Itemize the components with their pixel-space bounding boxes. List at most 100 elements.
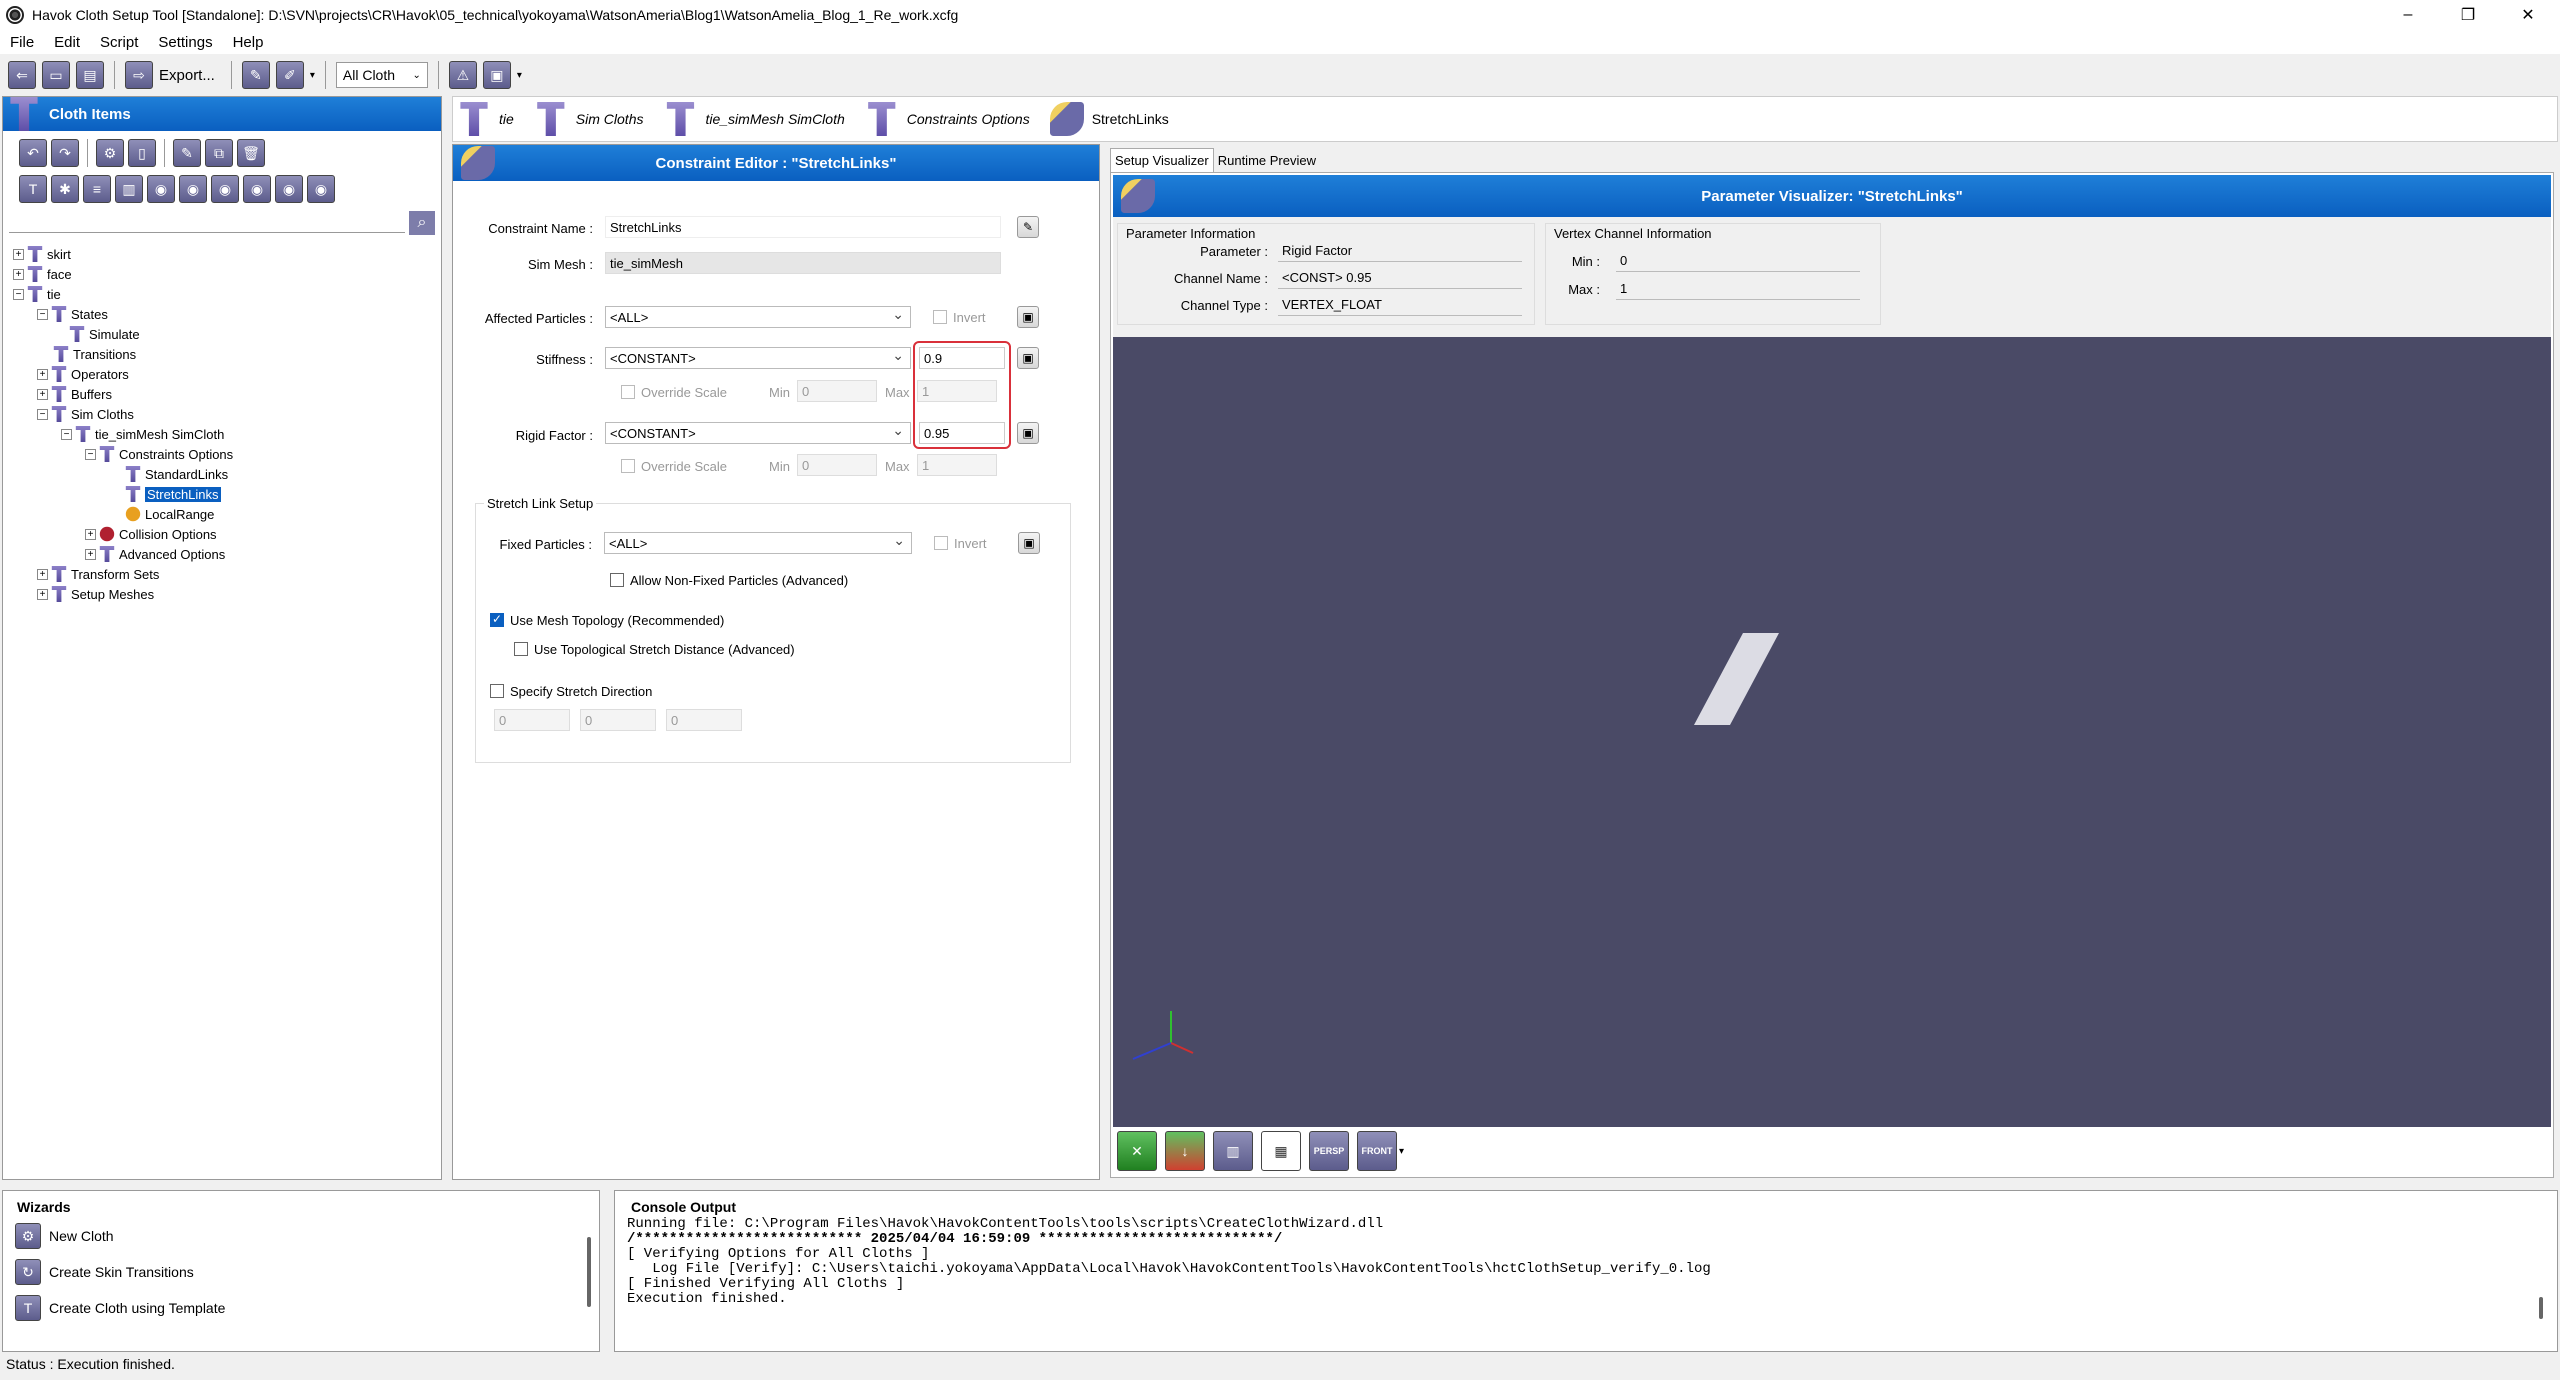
menu-file[interactable]: File: [0, 34, 44, 51]
export-icon[interactable]: ⇨: [125, 61, 153, 89]
fixed-particles-select[interactable]: <ALL>: [604, 532, 912, 554]
chevron-down-icon[interactable]: ▾: [310, 70, 315, 81]
collapse-icon[interactable]: −: [85, 448, 96, 460]
buffer-add-icon[interactable]: ≡: [83, 175, 111, 203]
undo-icon[interactable]: ↶: [19, 139, 47, 167]
front-view-button[interactable]: FRONT: [1357, 1131, 1397, 1171]
minimize-button[interactable]: –: [2380, 0, 2436, 30]
paint-select-icon[interactable]: ▣: [1018, 532, 1040, 554]
redo-icon[interactable]: ↷: [51, 139, 79, 167]
search-icon[interactable]: ⌕: [409, 211, 435, 235]
breadcrumb-sim-cloths[interactable]: Sim Cloths: [576, 111, 644, 127]
view-eye-icon[interactable]: ◉: [243, 175, 271, 203]
perspective-button[interactable]: PERSP: [1309, 1131, 1349, 1171]
specify-stretch-direction-checkbox[interactable]: [490, 684, 504, 698]
new-file-icon[interactable]: ⇐: [8, 61, 36, 89]
edit-icon[interactable]: ✎: [1017, 216, 1039, 238]
chevron-down-icon[interactable]: ▾: [517, 70, 522, 81]
state-add-icon[interactable]: ✱: [51, 175, 79, 203]
expand-icon[interactable]: +: [13, 268, 24, 280]
stiffness-override-checkbox[interactable]: [621, 385, 635, 399]
cloth-filter-select[interactable]: All Cloth ⌄: [335, 62, 428, 88]
console-scrollbar[interactable]: [2539, 1297, 2543, 1319]
breadcrumb-stretchlinks[interactable]: StretchLinks: [1092, 111, 1169, 127]
expand-icon[interactable]: +: [37, 588, 48, 600]
expand-icon[interactable]: +: [85, 548, 96, 560]
rename-icon[interactable]: ✎: [173, 139, 201, 167]
tree-item-advanced-options[interactable]: + Advanced Options: [85, 545, 225, 563]
down-arrow-icon[interactable]: ↓: [1165, 1131, 1205, 1171]
page-icon[interactable]: ▯: [128, 139, 156, 167]
expand-icon[interactable]: +: [37, 568, 48, 580]
tree-item-states[interactable]: − States: [37, 305, 108, 323]
allow-non-fixed-checkbox[interactable]: [610, 573, 624, 587]
tree-item-tie-simmesh[interactable]: − tie_simMesh SimCloth: [61, 425, 224, 443]
paint-select-icon[interactable]: ▣: [1017, 422, 1039, 444]
export-button[interactable]: Export...: [159, 67, 215, 84]
wizard-create-skin-transitions[interactable]: ↻ Create Skin Transitions: [15, 1259, 194, 1285]
tree-item-setup-meshes[interactable]: + Setup Meshes: [37, 585, 154, 603]
rigid-factor-mode-select[interactable]: <CONSTANT>: [605, 422, 911, 444]
tree-search-input[interactable]: [9, 213, 405, 233]
wizard-create-cloth-template[interactable]: T Create Cloth using Template: [15, 1295, 225, 1321]
view-eye-icon[interactable]: ◉: [275, 175, 303, 203]
collapse-icon[interactable]: −: [37, 408, 48, 420]
rigid-override-checkbox[interactable]: [621, 459, 635, 473]
affected-particles-select[interactable]: <ALL>: [605, 306, 911, 328]
chevron-down-icon[interactable]: ▾: [1399, 1146, 1404, 1157]
breadcrumb-constraints-options[interactable]: Constraints Options: [907, 111, 1030, 127]
save-icon[interactable]: ▤: [76, 61, 104, 89]
collapse-icon[interactable]: −: [13, 288, 24, 300]
use-topological-distance-checkbox[interactable]: [514, 642, 528, 656]
grid-icon[interactable]: ▦: [1261, 1131, 1301, 1171]
menu-help[interactable]: Help: [223, 34, 274, 51]
menu-settings[interactable]: Settings: [148, 34, 222, 51]
tree-item-stretchlinks[interactable]: StretchLinks: [125, 485, 221, 503]
operator-add-icon[interactable]: ▥: [115, 175, 143, 203]
tab-setup-visualizer[interactable]: Setup Visualizer: [1110, 148, 1214, 172]
close-button[interactable]: ✕: [2500, 0, 2556, 30]
use-mesh-topology-checkbox[interactable]: [490, 612, 504, 627]
tree-item-collision-options[interactable]: + Collision Options: [85, 525, 217, 543]
view-eye-icon[interactable]: ◉: [179, 175, 207, 203]
constraint-name-field[interactable]: StretchLinks: [605, 216, 1001, 238]
tree-item-face[interactable]: + face: [13, 265, 72, 283]
view-eye-icon[interactable]: ◉: [147, 175, 175, 203]
wizard-new-cloth[interactable]: ⚙ New Cloth: [15, 1223, 114, 1249]
fixed-invert-checkbox[interactable]: [934, 536, 948, 550]
tree-item-skirt[interactable]: + skirt: [13, 245, 71, 263]
cloth-view-icon[interactable]: ▥: [1213, 1131, 1253, 1171]
copy-icon[interactable]: ⧉: [205, 139, 233, 167]
trash-icon[interactable]: 🗑: [237, 139, 265, 167]
open-folder-icon[interactable]: ▭: [42, 61, 70, 89]
wizards-scrollbar[interactable]: [587, 1237, 591, 1307]
breadcrumb-tie-simmesh[interactable]: tie_simMesh SimCloth: [705, 111, 844, 127]
gear-icon[interactable]: ⚙: [96, 139, 124, 167]
expand-icon[interactable]: +: [85, 528, 96, 540]
menu-script[interactable]: Script: [90, 34, 148, 51]
expand-icon[interactable]: +: [37, 368, 48, 380]
view-eye-icon[interactable]: ◉: [211, 175, 239, 203]
affected-invert-checkbox[interactable]: [933, 310, 947, 324]
collapse-icon[interactable]: −: [37, 308, 48, 320]
tree-item-operators[interactable]: + Operators: [37, 365, 129, 383]
tree-item-standardlinks[interactable]: StandardLinks: [125, 465, 228, 483]
tree-item-transitions[interactable]: Transitions: [53, 345, 136, 363]
cloth-add-icon[interactable]: T: [19, 175, 47, 203]
tree-item-simulate[interactable]: Simulate: [69, 325, 140, 343]
paint-select-icon[interactable]: ▣: [1017, 347, 1039, 369]
maximize-button[interactable]: ❐: [2440, 0, 2496, 30]
edit-list-icon[interactable]: ✐: [275, 61, 304, 89]
expand-icon[interactable]: +: [37, 388, 48, 400]
reset-view-icon[interactable]: ✕: [1117, 1131, 1157, 1171]
tree-item-transform-sets[interactable]: + Transform Sets: [37, 565, 159, 583]
warning-icon[interactable]: ⚠: [448, 61, 477, 89]
tree-item-constraints-options[interactable]: − Constraints Options: [85, 445, 233, 463]
tree-item-localrange[interactable]: LocalRange: [125, 505, 214, 523]
monitor-icon[interactable]: ▣: [482, 61, 511, 89]
menu-edit[interactable]: Edit: [44, 34, 90, 51]
expand-icon[interactable]: +: [13, 248, 24, 260]
collapse-icon[interactable]: −: [61, 428, 72, 440]
edit-icon[interactable]: ✎: [241, 61, 270, 89]
3d-viewport[interactable]: [1113, 337, 2551, 1127]
